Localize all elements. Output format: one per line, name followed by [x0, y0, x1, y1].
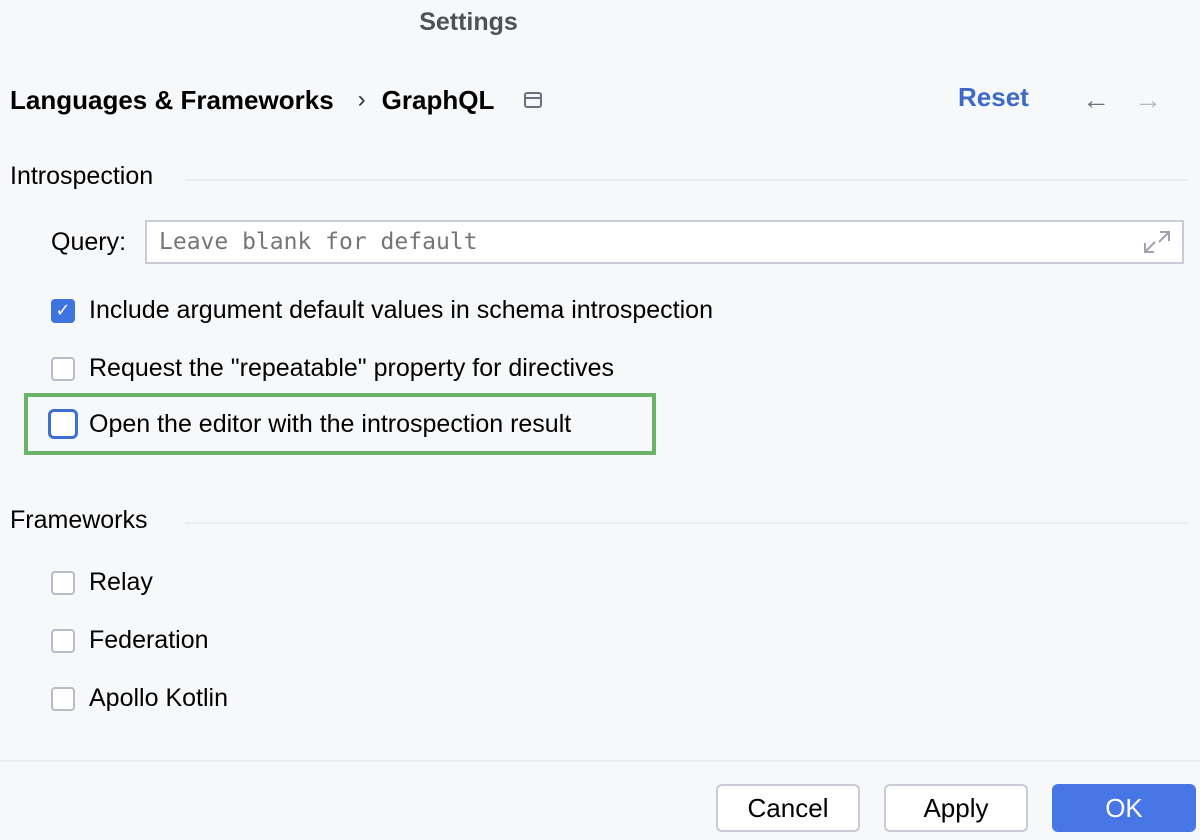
- apply-button[interactable]: Apply: [884, 784, 1028, 832]
- checkbox-box[interactable]: [51, 686, 75, 711]
- cancel-button[interactable]: Cancel: [716, 784, 860, 832]
- checkbox-box[interactable]: [51, 356, 75, 381]
- expand-icon[interactable]: [1140, 226, 1174, 258]
- ok-button[interactable]: OK: [1052, 784, 1196, 832]
- section-title-introspection: Introspection: [10, 162, 166, 191]
- checkbox-relay[interactable]: Relay: [51, 568, 153, 597]
- section-divider: [185, 179, 1188, 181]
- section-title-frameworks: Frameworks: [10, 506, 160, 535]
- checkbox-label: Request the "repeatable" property for di…: [89, 354, 614, 382]
- checkbox-checked-icon[interactable]: ✓: [51, 298, 75, 323]
- checkbox-open-editor[interactable]: Open the editor with the introspection r…: [48, 409, 572, 439]
- checkbox-label: Federation: [89, 626, 209, 654]
- breadcrumb-graphql: GraphQL: [381, 84, 495, 115]
- breadcrumb-languages-frameworks[interactable]: Languages & Frameworks: [10, 85, 334, 116]
- checkbox-apollo-kotlin[interactable]: Apollo Kotlin: [51, 684, 228, 713]
- checkbox-box[interactable]: [48, 409, 78, 439]
- back-arrow-icon[interactable]: ←: [1082, 86, 1110, 114]
- breadcrumb: Languages & Frameworks › GraphQL: [10, 82, 543, 118]
- forward-arrow-icon[interactable]: →: [1134, 86, 1162, 114]
- checkbox-label: Apollo Kotlin: [89, 684, 228, 712]
- section-divider: [185, 522, 1188, 524]
- query-input[interactable]: [145, 220, 1184, 264]
- breadcrumb-separator: ›: [357, 86, 366, 113]
- reset-button[interactable]: Reset: [958, 82, 1029, 113]
- dialog-title: Settings: [419, 8, 518, 36]
- checkbox-box[interactable]: [51, 570, 75, 595]
- checkbox-federation[interactable]: Federation: [51, 626, 209, 655]
- query-label: Query:: [51, 228, 127, 256]
- checkbox-label: Include argument default values in schem…: [89, 296, 713, 324]
- checkbox-include-default-values[interactable]: ✓ Include argument default values in sch…: [51, 296, 713, 325]
- checkbox-label: Open the editor with the introspection r…: [89, 409, 572, 438]
- checkbox-label: Relay: [89, 568, 153, 596]
- checkbox-box[interactable]: [51, 628, 75, 653]
- checkbox-request-repeatable[interactable]: Request the "repeatable" property for di…: [51, 354, 614, 383]
- footer-divider: [0, 760, 1200, 762]
- window-icon[interactable]: [524, 92, 543, 108]
